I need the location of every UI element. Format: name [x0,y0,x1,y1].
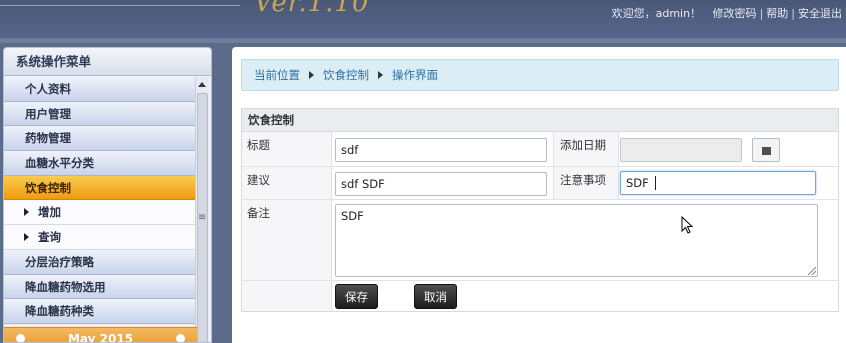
help-link[interactable]: 帮助 [766,7,788,20]
breadcrumb-item: 当前位置 [254,68,300,82]
breadcrumb-arrow-icon [378,71,383,79]
advice-label: 建议 [242,167,332,199]
breadcrumb-arrow-icon [309,71,314,79]
sidebar-subitem-query[interactable]: 查询 [4,225,197,250]
diet-form: 饮食控制 标题 sdf 添加日期 建议 sdf SDF 注意事项 SDF 备注 … [241,108,839,312]
change-password-link[interactable]: 修改密码 [713,7,757,20]
sidebar-item-label: 查询 [38,230,61,245]
app-version: Ver.1.10 [254,0,370,18]
calendar-next-icon[interactable] [176,334,185,342]
sidebar-item-drugs[interactable]: 药物管理 [4,126,197,152]
sidebar-item-label: 增加 [38,205,61,220]
notes-input-value: SDF [626,176,649,190]
form-row-remark: 备注 SDF [242,200,838,281]
notes-input[interactable]: SDF [620,171,816,195]
sidebar-item-users[interactable]: 用户管理 [4,101,197,127]
form-title: 饮食控制 [242,109,838,132]
form-row-actions: 保存 取消 [242,281,838,311]
scroll-up-icon[interactable] [198,82,206,87]
sidebar-item-drug-selection[interactable]: 降血糖药物选用 [4,274,197,300]
form-row-advice: 建议 sdf SDF 注意事项 SDF [242,167,838,200]
sidebar-item-label: 饮食控制 [25,180,71,195]
advice-input[interactable]: sdf SDF [335,172,547,196]
text-caret [655,176,656,190]
calendar-prev-icon[interactable] [16,334,25,342]
calendar-picker-button[interactable] [752,138,780,162]
sidebar-title: 系统操作菜单 [4,48,211,76]
welcome-text: 欢迎您，admin！ [611,7,702,20]
top-header: Ver.1.10 欢迎您，admin！ 修改密码 | 帮助 | 安全退出 [0,0,846,38]
save-button[interactable]: 保存 [335,284,378,309]
mini-calendar-header: May 2015 [4,327,197,343]
date-input[interactable] [620,138,742,162]
resize-grip-icon[interactable] [808,267,816,275]
triangle-right-icon [24,208,29,217]
date-label: 添加日期 [553,132,619,166]
remark-label: 备注 [242,200,332,280]
breadcrumb: 当前位置 饮食控制 操作界面 [241,59,839,91]
title-input[interactable]: sdf [335,138,547,162]
notes-label: 注意事项 [553,167,619,199]
header-strip [0,38,846,43]
remark-textarea-value: SDF [341,209,364,223]
sidebar-item-label: 药物管理 [25,131,71,146]
actions-label-cell [242,281,332,311]
logo-underline [0,5,240,6]
calendar-icon [762,147,771,155]
sidebar-item-drug-types[interactable]: 降血糖药种类 [4,299,197,324]
splitter-handle-icon[interactable]: ≡ [198,212,206,223]
calendar-month-label: May 2015 [67,332,134,343]
breadcrumb-item: 操作界面 [392,68,438,82]
breadcrumb-item[interactable]: 饮食控制 [323,68,369,82]
sidebar-item-glucose-levels[interactable]: 血糖水平分类 [4,151,197,176]
cancel-button[interactable]: 取消 [414,284,457,309]
form-row-title: 标题 sdf 添加日期 [242,132,838,167]
link-divider: | [791,7,795,20]
sidebar-item-label: 血糖水平分类 [25,156,94,171]
sidebar-item-profile[interactable]: 个人资料 [4,77,197,102]
top-links: 欢迎您，admin！ 修改密码 | 帮助 | 安全退出 [612,5,842,21]
sidebar-item-label: 分层治疗策略 [25,254,94,269]
sidebar-menu: 个人资料 用户管理 药物管理 血糖水平分类 饮食控制 增加 查询 分层治疗策略 … [4,77,197,324]
sidebar-scrollbar[interactable] [195,77,209,342]
link-divider: | [759,7,764,20]
sidebar-subitem-add[interactable]: 增加 [4,200,197,226]
mouse-cursor-icon [681,216,694,234]
sidebar-item-label: 个人资料 [25,82,71,96]
triangle-right-icon [24,233,29,242]
sidebar-item-label: 降血糖药种类 [25,304,94,319]
remark-textarea[interactable]: SDF [335,204,818,277]
sidebar-item-treatment-strategy[interactable]: 分层治疗策略 [4,249,197,275]
title-label: 标题 [242,132,332,166]
sidebar-item-label: 降血糖药物选用 [25,279,106,294]
sidebar: 系统操作菜单 个人资料 用户管理 药物管理 血糖水平分类 饮食控制 增加 查询 … [3,47,212,343]
main-panel: 当前位置 饮食控制 操作界面 饮食控制 标题 sdf 添加日期 建议 sdf SDF… [232,47,846,343]
logout-link[interactable]: 安全退出 [798,7,842,20]
sidebar-item-diet-control[interactable]: 饮食控制 [4,175,197,201]
sidebar-item-label: 用户管理 [25,106,71,121]
